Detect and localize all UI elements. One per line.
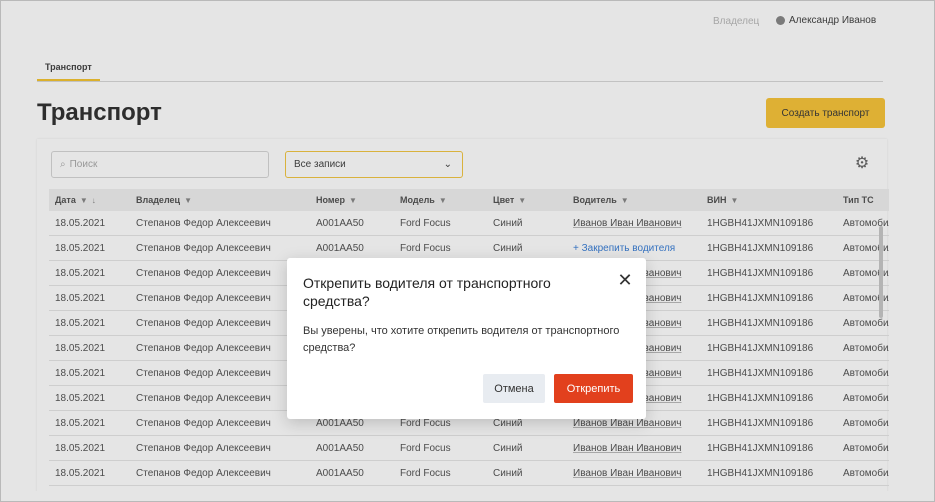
dialog-message: Вы уверены, что хотите открепить водител… [303,325,620,354]
modal-overlay [0,0,935,502]
unpin-driver-dialog: Открепить водителя от транспортного сред… [287,258,646,419]
close-icon[interactable]: ✕ [615,270,635,290]
unpin-button[interactable]: Открепить [554,374,633,403]
dialog-title: Открепить водителя от транспортного сред… [303,275,551,309]
cancel-button[interactable]: Отмена [483,374,545,403]
